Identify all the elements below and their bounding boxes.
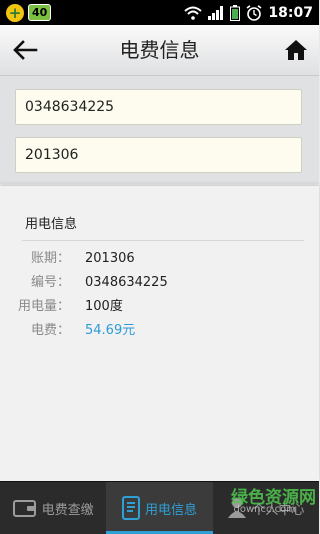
clock: 18:07 — [268, 4, 313, 21]
info-title: 用电信息 — [25, 217, 78, 232]
divider — [22, 240, 304, 241]
notification-badge: 40 — [28, 4, 52, 21]
info-label: 编号： — [30, 275, 70, 290]
info-row-usage: 用电量： 100度 — [0, 297, 319, 317]
fee-value: 54.69元 — [85, 323, 136, 338]
page-title: 电费信息 — [119, 38, 200, 62]
bottom-tab-bar: 电费查缴 用电信息 个人中心 — [0, 481, 319, 534]
app-header: 电费信息 — [0, 25, 319, 76]
info-value: 0348634225 — [85, 275, 168, 290]
info-value: 201306 — [85, 251, 135, 266]
period-input[interactable] — [15, 137, 302, 173]
info-row-fee: 电费： 54.69元 — [0, 321, 319, 341]
account-number-input[interactable] — [15, 89, 302, 125]
tab-bill-payment[interactable]: 电费查缴 — [0, 482, 106, 534]
info-row-number: 编号： 0348634225 — [0, 273, 319, 293]
status-bar: + 40 18:07 — [0, 0, 319, 25]
alarm-icon — [246, 4, 262, 21]
info-value: 100度 — [85, 299, 123, 314]
tab-label: 电费查缴 — [41, 502, 94, 518]
arrow-left-icon[interactable] — [10, 37, 40, 63]
tab-usage-info[interactable]: 用电信息 — [106, 482, 213, 534]
wifi-icon — [184, 6, 203, 20]
query-form — [0, 76, 319, 184]
person-icon — [228, 498, 247, 518]
plus-icon: + — [6, 3, 24, 22]
battery-icon — [230, 4, 241, 21]
tab-label: 用电信息 — [144, 502, 197, 518]
signal-icon — [208, 5, 224, 20]
electricity-info-card: 用电信息 账期： 201306 编号： 0348634225 用电量： 100度… — [0, 186, 319, 481]
info-label: 账期： — [30, 251, 70, 266]
wallet-icon — [12, 500, 36, 517]
info-label: 用电量： — [17, 299, 70, 314]
tab-label: 个人中心 — [252, 502, 305, 518]
tab-personal-center[interactable]: 个人中心 — [213, 482, 319, 534]
info-label: 电费： — [30, 323, 70, 338]
document-icon — [121, 496, 140, 520]
info-row-period: 账期： 201306 — [0, 249, 319, 269]
home-icon[interactable] — [283, 37, 309, 63]
